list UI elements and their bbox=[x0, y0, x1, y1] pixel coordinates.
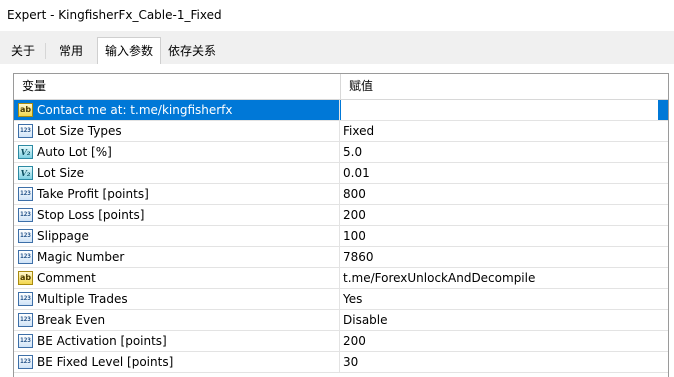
parameter-name: Stop Loss [points] bbox=[37, 208, 145, 222]
window-title: Expert - KingfisherFx_Cable-1_Fixed bbox=[7, 8, 222, 22]
parameter-name-cell[interactable]: ab Contact me at: t.me/kingfisherfx bbox=[14, 100, 340, 120]
parameter-value-cell[interactable] bbox=[341, 100, 658, 120]
integer-123-icon: 123 bbox=[18, 334, 33, 348]
parameter-name: Contact me at: t.me/kingfisherfx bbox=[37, 103, 233, 117]
parameter-row[interactable]: ab Contact me at: t.me/kingfisherfx bbox=[14, 100, 668, 121]
parameter-name: Lot Size bbox=[37, 166, 84, 180]
parameter-name-cell[interactable]: 123 Take Profit [points] bbox=[14, 184, 340, 204]
parameter-name: Slippage bbox=[37, 229, 89, 243]
parameter-row[interactable]: 123 Multiple Trades Yes bbox=[14, 289, 668, 310]
parameter-value-cell[interactable]: Fixed bbox=[341, 121, 658, 141]
grid-body: ab Contact me at: t.me/kingfisherfx 123 Lot… bbox=[14, 100, 668, 373]
parameter-name-cell[interactable]: 123 Lot Size Types bbox=[14, 121, 340, 141]
integer-123-icon: 123 bbox=[18, 208, 33, 222]
parameter-name: Take Profit [points] bbox=[37, 187, 149, 201]
tab-strip: 关于 常用 输入参数 依存关系 bbox=[0, 31, 674, 64]
parameter-name: Magic Number bbox=[37, 250, 125, 264]
integer-123-icon: 123 bbox=[18, 187, 33, 201]
parameter-name-cell[interactable]: 123 Break Even bbox=[14, 310, 340, 330]
parameter-name: Lot Size Types bbox=[37, 124, 122, 138]
parameter-value-cell[interactable]: Yes bbox=[341, 289, 658, 309]
integer-123-icon: 123 bbox=[18, 292, 33, 306]
tab-common[interactable]: 常用 bbox=[50, 40, 92, 62]
parameter-name-cell[interactable]: 123 Stop Loss [points] bbox=[14, 205, 340, 225]
parameter-name-cell[interactable]: 123 Multiple Trades bbox=[14, 289, 340, 309]
string-ab-icon: ab bbox=[18, 271, 33, 285]
parameter-name: Multiple Trades bbox=[37, 292, 128, 306]
parameter-value-cell[interactable]: 7860 bbox=[341, 247, 658, 267]
grid-header: 变量 赋值 bbox=[14, 74, 668, 100]
column-header-variable[interactable]: 变量 bbox=[14, 74, 340, 99]
double-va-icon: V₂ bbox=[18, 166, 33, 180]
integer-123-icon: 123 bbox=[18, 229, 33, 243]
parameter-name: Break Even bbox=[37, 313, 106, 327]
integer-123-icon: 123 bbox=[18, 250, 33, 264]
parameter-value-cell[interactable]: 200 bbox=[341, 331, 658, 351]
integer-123-icon: 123 bbox=[18, 313, 33, 327]
parameter-name-cell[interactable]: V₂ Auto Lot [%] bbox=[14, 142, 340, 162]
parameter-name-cell[interactable]: V₂ Lot Size bbox=[14, 163, 340, 183]
parameter-row[interactable]: 123 Lot Size Types Fixed bbox=[14, 121, 668, 142]
parameter-row[interactable]: ab Comment t.me/ForexUnlockAndDecompile bbox=[14, 268, 668, 289]
parameter-row[interactable]: V₂ Auto Lot [%] 5.0 bbox=[14, 142, 668, 163]
tab-inputs[interactable]: 输入参数 bbox=[97, 37, 161, 64]
parameter-value-cell[interactable]: 800 bbox=[341, 184, 658, 204]
tab-about[interactable]: 关于 bbox=[4, 40, 42, 62]
parameter-value-cell[interactable]: 100 bbox=[341, 226, 658, 246]
column-header-value[interactable]: 赋值 bbox=[341, 74, 656, 99]
tab-dependencies[interactable]: 依存关系 bbox=[163, 40, 221, 62]
parameter-row[interactable]: 123 BE Fixed Level [points] 30 bbox=[14, 352, 668, 373]
string-ab-icon: ab bbox=[18, 103, 33, 117]
integer-123-icon: 123 bbox=[18, 355, 33, 369]
parameter-name-cell[interactable]: 123 BE Activation [points] bbox=[14, 331, 340, 351]
parameter-name-cell[interactable]: 123 Slippage bbox=[14, 226, 340, 246]
parameter-name-cell[interactable]: 123 BE Fixed Level [points] bbox=[14, 352, 340, 372]
parameter-value-cell[interactable]: 200 bbox=[341, 205, 658, 225]
parameter-row[interactable]: V₂ Lot Size 0.01 bbox=[14, 163, 668, 184]
parameter-value-cell[interactable]: Disable bbox=[341, 310, 658, 330]
parameter-name-cell[interactable]: 123 Magic Number bbox=[14, 247, 340, 267]
parameter-value-cell[interactable]: 5.0 bbox=[341, 142, 658, 162]
parameter-row[interactable]: 123 Break Even Disable bbox=[14, 310, 668, 331]
parameter-value-cell[interactable]: t.me/ForexUnlockAndDecompile bbox=[341, 268, 658, 288]
parameter-row[interactable]: 123 Slippage 100 bbox=[14, 226, 668, 247]
parameter-row[interactable]: 123 BE Activation [points] 200 bbox=[14, 331, 668, 352]
parameter-row[interactable]: 123 Take Profit [points] 800 bbox=[14, 184, 668, 205]
parameter-value-cell[interactable]: 30 bbox=[341, 352, 658, 372]
double-va-icon: V₂ bbox=[18, 145, 33, 159]
parameter-name-cell[interactable]: ab Comment bbox=[14, 268, 340, 288]
parameter-name: BE Activation [points] bbox=[37, 334, 167, 348]
parameter-name: BE Fixed Level [points] bbox=[37, 355, 174, 369]
parameter-name: Auto Lot [%] bbox=[37, 145, 112, 159]
parameter-row[interactable]: 123 Stop Loss [points] 200 bbox=[14, 205, 668, 226]
input-parameters-grid: 变量 赋值 ab Contact me at: t.me/kingfisherfx… bbox=[13, 73, 669, 377]
parameter-value-cell[interactable]: 0.01 bbox=[341, 163, 658, 183]
parameter-name: Comment bbox=[37, 271, 96, 285]
integer-123-icon: 123 bbox=[18, 124, 33, 138]
title-bar: Expert - KingfisherFx_Cable-1_Fixed bbox=[0, 0, 674, 31]
parameter-row[interactable]: 123 Magic Number 7860 bbox=[14, 247, 668, 268]
tab-separator bbox=[45, 43, 46, 59]
